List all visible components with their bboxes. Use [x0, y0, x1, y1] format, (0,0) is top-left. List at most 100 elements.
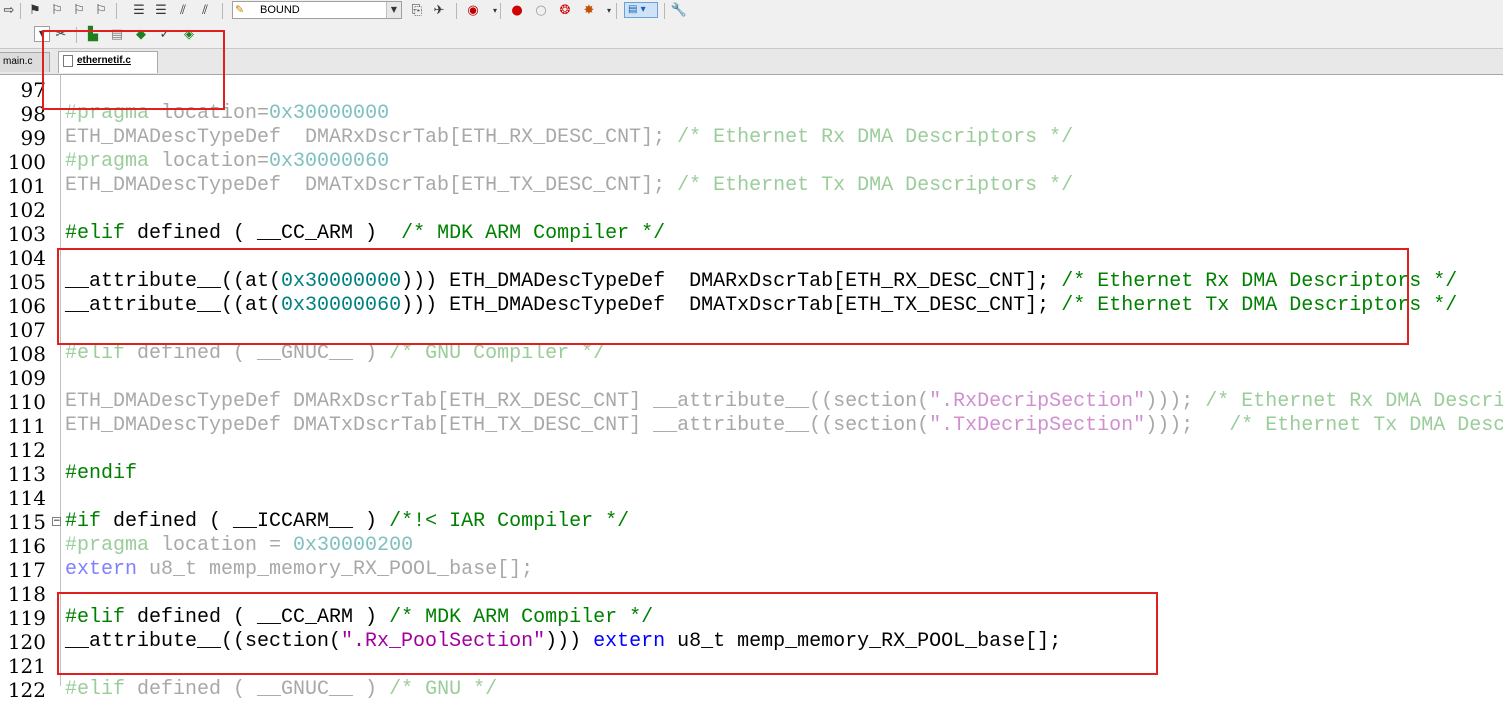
code-text: #pragma location=0x30000060 — [65, 150, 389, 174]
line-number: 122 — [7, 678, 46, 702]
incremental-find-icon[interactable]: ✈ — [430, 2, 448, 20]
code-token: ))); — [1145, 414, 1230, 437]
code-token: ETH_DMADescTypeDef DMATxDscrTab[ETH_TX_D… — [65, 174, 678, 197]
code-line[interactable]: 122 #elif defined ( __GNUC__ ) /* GNU */ — [0, 678, 1503, 702]
chevron-down-icon[interactable]: ▼ — [386, 2, 401, 18]
code-token: #elif — [65, 222, 126, 245]
code-text: #elif defined ( __CC_ARM ) /* MDK ARM Co… — [65, 222, 665, 246]
code-token: u8_t memp_memory_RX_POOL_base[]; — [137, 558, 534, 581]
code-token: 0x30000000 — [269, 102, 390, 125]
line-number: 106 — [7, 294, 46, 318]
wrench-icon[interactable]: 🔧 — [670, 2, 688, 20]
line-number: 99 — [20, 126, 46, 150]
indent-icon[interactable]: ☰ — [130, 2, 148, 20]
code-token: /*!< IAR Compiler */ — [389, 510, 630, 533]
code-token: ".TxDecripSection" — [929, 414, 1146, 437]
code-token: ETH_DMADescTypeDef DMATxDscrTab[ETH_TX_D… — [65, 414, 930, 437]
code-line[interactable]: 112 — [0, 438, 1503, 462]
build-toolbar: ⇨ ⚑ ⚐ ⚐ ⚐ ☰ ☰ ⫽ ⫽ ✎ BOUND ▼ ⎘ ✈ ◉ ▾ ● ○ … — [0, 0, 1503, 23]
bookmark-clear-icon[interactable]: ⚐ — [92, 2, 110, 20]
bookmark-set-icon[interactable]: ⚑ — [26, 2, 44, 20]
line-number: 113 — [7, 462, 46, 486]
code-text: #elif defined ( __GNUC__ ) /* GNU */ — [65, 678, 497, 702]
code-line[interactable]: 109 — [0, 366, 1503, 390]
code-text: #pragma location = 0x30000200 — [65, 534, 413, 558]
line-number: 101 — [7, 174, 46, 198]
code-token: location = — [149, 534, 294, 557]
line-number: 104 — [7, 246, 46, 270]
highlight-box-attribute-lines — [57, 248, 1409, 345]
comment-icon[interactable]: ⫽ — [174, 2, 192, 20]
line-number: 109 — [7, 366, 46, 390]
code-text: extern u8_t memp_memory_RX_POOL_base[]; — [65, 558, 533, 582]
code-token: extern — [65, 558, 138, 581]
code-line[interactable]: 115− #if defined ( __ICCARM__ ) /*!< IAR … — [0, 510, 1503, 534]
code-text: ETH_DMADescTypeDef DMATxDscrTab[ETH_TX_D… — [65, 414, 1503, 438]
bookmark-next-icon[interactable]: ⚐ — [70, 2, 88, 20]
target-combo[interactable]: ✎ BOUND ▼ — [232, 1, 402, 19]
code-token: 0x30000200 — [293, 534, 414, 557]
line-number: 110 — [7, 390, 46, 414]
secondary-toolbar: ▼ ✂ ▙ ▤ ◆ ✓ ◈ — [0, 22, 1503, 49]
breakpoint-disabled-icon[interactable]: ○ — [532, 2, 550, 20]
line-number: 97 — [20, 78, 46, 102]
debug-zoom-icon[interactable]: ◉ — [464, 2, 482, 20]
line-number: 117 — [7, 558, 46, 582]
bookmark-prev-icon[interactable]: ⚐ — [48, 2, 66, 20]
line-number: 102 — [7, 198, 46, 222]
breakpoint-icon[interactable]: ● — [508, 2, 526, 20]
code-line[interactable]: 98 #pragma location=0x30000000 — [0, 102, 1503, 126]
code-token: /* Ethernet Tx DMA Descriptors */ — [677, 174, 1074, 197]
line-number: 108 — [7, 342, 46, 366]
fold-collapse-icon[interactable]: − — [52, 517, 61, 526]
highlight-box-pool-section — [57, 592, 1158, 675]
code-line[interactable]: 108 #elif defined ( __GNUC__ ) /* GNU Com… — [0, 342, 1503, 366]
editor-tab-bar: main.c ethernetif.c — [0, 49, 1503, 75]
code-token: /* Ethernet Rx DMA Descri — [1205, 390, 1503, 413]
code-line[interactable]: 111 ETH_DMADescTypeDef DMATxDscrTab[ETH_T… — [0, 414, 1503, 438]
disable-all-breakpoints-icon[interactable]: ❂ — [556, 2, 574, 20]
code-line[interactable]: 101 ETH_DMADescTypeDef DMATxDscrTab[ETH_T… — [0, 174, 1503, 198]
code-line[interactable]: 117 extern u8_t memp_memory_RX_POOL_base[… — [0, 558, 1503, 582]
code-line[interactable]: 100 #pragma location=0x30000060 — [0, 150, 1503, 174]
code-line[interactable]: 97 — [0, 78, 1503, 102]
code-line[interactable]: 114 — [0, 486, 1503, 510]
code-line[interactable]: 103 #elif defined ( __CC_ARM ) /* MDK ARM… — [0, 222, 1503, 246]
find-icon: ✎ — [235, 3, 245, 16]
code-line[interactable]: 110 ETH_DMADescTypeDef DMARxDscrTab[ETH_R… — [0, 390, 1503, 414]
find-in-files-icon[interactable]: ⎘ — [408, 2, 426, 20]
line-number: 98 — [20, 102, 46, 126]
line-number: 121 — [7, 654, 46, 678]
uncomment-icon[interactable]: ⫽ — [196, 2, 214, 20]
code-token: #elif — [65, 342, 126, 365]
code-line[interactable]: 99 ETH_DMADescTypeDef DMARxDscrTab[ETH_RX… — [0, 126, 1503, 150]
code-token: ))); — [1145, 390, 1206, 413]
target-combo-value: BOUND — [260, 4, 300, 16]
kill-breakpoints-icon[interactable]: ✸ — [580, 2, 598, 20]
code-line[interactable]: 116 #pragma location = 0x30000200 — [0, 534, 1503, 558]
code-token: #endif — [65, 462, 138, 485]
line-number: 103 — [7, 222, 46, 246]
code-token: /* GNU Compiler */ — [389, 342, 606, 365]
code-token: /* GNU */ — [389, 678, 498, 701]
unindent-icon[interactable]: ☰ — [152, 2, 170, 20]
code-line[interactable]: 102 — [0, 198, 1503, 222]
code-line[interactable]: 113 #endif — [0, 462, 1503, 486]
line-number: 112 — [7, 438, 46, 462]
arrow-right-icon[interactable]: ⇨ — [0, 2, 18, 20]
line-number: 115 — [7, 510, 46, 534]
code-token: defined ( __GNUC__ ) — [125, 342, 390, 365]
code-token: defined ( __CC_ARM ) — [125, 222, 402, 245]
code-token: defined ( __ICCARM__ ) — [101, 510, 390, 533]
code-token: ".RxDecripSection" — [929, 390, 1146, 413]
code-text: #endif — [65, 462, 137, 486]
code-token: #pragma — [65, 534, 150, 557]
code-text: ETH_DMADescTypeDef DMARxDscrTab[ETH_RX_D… — [65, 390, 1503, 414]
code-token: /* Ethernet Rx DMA Descriptors */ — [677, 126, 1074, 149]
code-text: #elif defined ( __GNUC__ ) /* GNU Compil… — [65, 342, 605, 366]
window-layout-icon[interactable]: ▤ ▾ — [624, 2, 658, 18]
dropdown-icon[interactable]: ▾ — [486, 2, 504, 20]
highlight-box-toolbar — [42, 30, 225, 110]
code-token: 0x30000060 — [269, 150, 390, 173]
line-number: 100 — [7, 150, 46, 174]
